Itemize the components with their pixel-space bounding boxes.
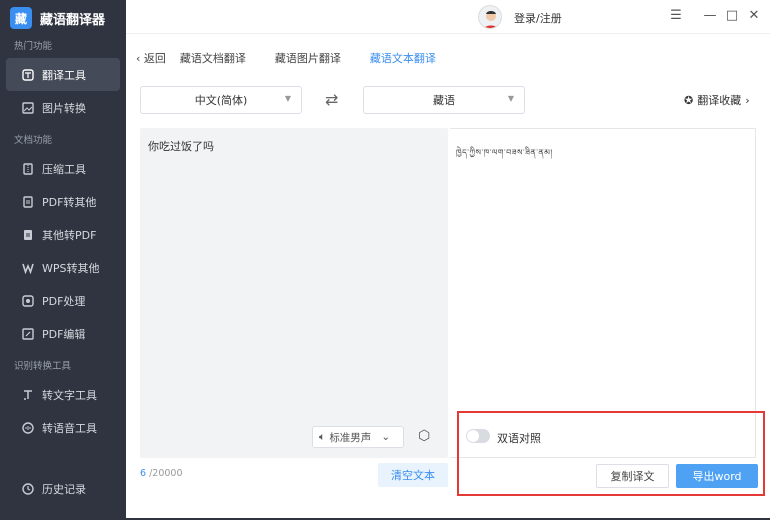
sidebar-item-pdf-process[interactable]: PDF处理 — [6, 284, 120, 317]
sidebar-item-other-to-pdf[interactable]: 其他转PDF — [6, 218, 120, 251]
source-text[interactable]: 你吃过饭了吗 — [148, 138, 214, 154]
sidebar-item-label: 其他转PDF — [42, 228, 97, 242]
pdf-process-icon — [22, 294, 34, 307]
copy-translation-button[interactable]: 复制译文 — [596, 464, 669, 488]
nav-tabs: ‹ 返回 藏语文档翻译 藏语图片翻译 藏语文本翻译 — [136, 48, 465, 68]
tab-text-translate[interactable]: 藏语文本翻译 — [370, 50, 436, 66]
sidebar-item-history[interactable]: 历史记录 — [6, 472, 120, 505]
maximize-icon[interactable]: □ — [724, 8, 740, 24]
star-icon: ✪ — [684, 93, 694, 107]
sidebar-item-label: 转文字工具 — [42, 388, 97, 402]
sidebar-item-to-voice[interactable]: 转语音工具 — [6, 411, 120, 444]
sidebar-item-label: 压缩工具 — [42, 162, 86, 176]
sidebar-item-label: PDF处理 — [42, 294, 86, 308]
image-icon — [22, 101, 34, 114]
text-icon — [22, 389, 34, 401]
target-text-area: ཁྱེད་ཀྱིས་ཁ་ལག་བཟས་ཟིན་ནམ། — [450, 128, 756, 458]
section-title-recognize: 识别转换工具 — [14, 361, 72, 372]
sidebar-item-image[interactable]: 图片转换 — [6, 91, 120, 124]
chevron-right-icon: › — [745, 93, 750, 107]
source-language-select[interactable]: 中文(简体) ▼ — [140, 86, 302, 114]
bilingual-label: 双语对照 — [497, 432, 541, 445]
bilingual-toggle[interactable] — [466, 429, 490, 443]
translate-icon — [22, 68, 34, 81]
char-counter: 6 /20000 — [140, 468, 183, 479]
brand: 藏 藏语翻译器 — [0, 0, 126, 36]
voice-icon — [22, 421, 34, 434]
target-language-select[interactable]: 藏语 ▼ — [363, 86, 525, 114]
cube-icon[interactable]: ⬡ — [418, 428, 430, 444]
caret-down-icon: ▼ — [507, 94, 514, 103]
title-bar: 登录/注册 ☰ — □ ✕ — [126, 0, 770, 34]
to-pdf-icon — [22, 229, 34, 241]
caret-down-icon: ▼ — [284, 94, 291, 103]
menu-icon[interactable]: ☰ — [668, 8, 684, 24]
close-icon[interactable]: ✕ — [746, 8, 762, 24]
speaker-icon: 🔈︎ — [319, 430, 326, 443]
sidebar-item-label: PDF编辑 — [42, 327, 86, 341]
back-button[interactable]: ‹ 返回 — [136, 50, 166, 66]
sidebar: 藏 藏语翻译器 热门功能 翻译工具 图片转换 文档功能 压缩工具 PDF转其他 … — [0, 0, 126, 520]
tab-doc-translate[interactable]: 藏语文档翻译 — [180, 50, 246, 66]
clock-icon — [22, 482, 34, 495]
chevron-left-icon: ‹ — [136, 52, 144, 65]
swap-languages-icon[interactable]: ⇄ — [325, 90, 338, 109]
sidebar-item-label: 翻译工具 — [42, 68, 86, 82]
pdf-icon — [22, 195, 34, 208]
sidebar-item-pdf-to-other[interactable]: PDF转其他 — [6, 185, 120, 218]
sidebar-item-label: 转语音工具 — [42, 421, 97, 435]
avatar[interactable] — [478, 5, 502, 29]
sidebar-item-wps-to-other[interactable]: WPS转其他 — [6, 251, 120, 284]
clear-text-button[interactable]: 清空文本 — [378, 463, 448, 487]
sidebar-item-label: WPS转其他 — [42, 261, 100, 275]
sidebar-item-pdf-edit[interactable]: PDF编辑 — [6, 317, 120, 350]
voice-select[interactable]: 🔈︎ 标准男声 ⌄ — [312, 426, 404, 448]
section-title-hot: 热门功能 — [14, 41, 53, 52]
app-title: 藏语翻译器 — [40, 12, 106, 28]
translated-text: ཁྱེད་ཀྱིས་ཁ་ལག་བཟས་ཟིན་ནམ། — [456, 148, 553, 157]
sidebar-item-to-text[interactable]: 转文字工具 — [6, 378, 120, 411]
source-text-area[interactable]: 你吃过饭了吗 🔈︎ 标准男声 ⌄ ⬡ — [140, 128, 448, 458]
app-logo: 藏 — [10, 7, 32, 29]
section-title-docs: 文档功能 — [14, 135, 53, 146]
chevron-down-icon: ⌄ — [381, 431, 391, 443]
sidebar-item-translate[interactable]: 翻译工具 — [6, 58, 120, 91]
sidebar-item-compress[interactable]: 压缩工具 — [6, 152, 120, 185]
export-word-button[interactable]: 导出word — [676, 464, 758, 488]
sidebar-item-label: 历史记录 — [42, 482, 86, 496]
tab-image-translate[interactable]: 藏语图片翻译 — [275, 50, 341, 66]
favorites-button[interactable]: ✪ 翻译收藏 › — [684, 92, 750, 108]
minimize-icon[interactable]: — — [702, 8, 718, 24]
wps-icon — [22, 262, 34, 274]
login-link[interactable]: 登录/注册 — [514, 10, 562, 26]
sidebar-item-label: 图片转换 — [42, 101, 86, 115]
pdf-edit-icon — [22, 327, 34, 340]
sidebar-item-label: PDF转其他 — [42, 195, 97, 209]
compress-icon — [22, 162, 34, 175]
